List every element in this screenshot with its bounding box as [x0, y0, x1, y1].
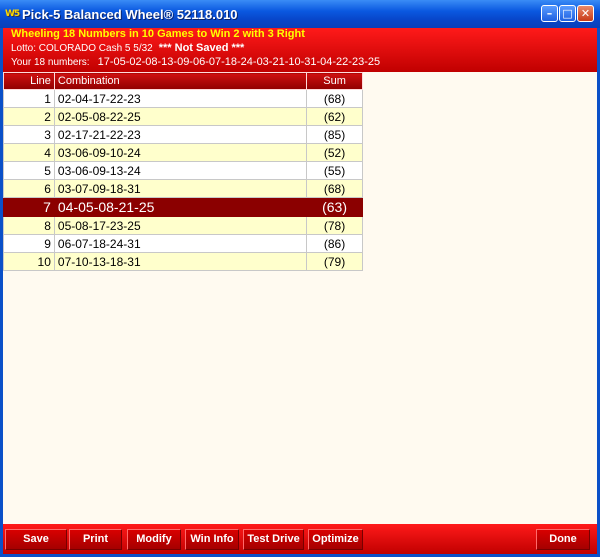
- cell-line: 2: [3, 107, 55, 126]
- cell-combination: 02-05-08-22-25: [53, 107, 308, 126]
- app-logo-icon: W5: [5, 9, 20, 19]
- cell-line: 8: [3, 216, 55, 235]
- cell-combination: 03-06-09-13-24: [53, 161, 308, 180]
- cell-combination: 04-05-08-21-25: [53, 197, 308, 217]
- cell-combination: 02-04-17-22-23: [53, 89, 308, 108]
- wheel-info-header: Wheeling 18 Numbers in 10 Games to Win 2…: [3, 28, 597, 72]
- cell-sum: (79): [306, 252, 363, 271]
- cell-combination: 03-07-09-18-31: [53, 179, 308, 198]
- cell-sum: (55): [306, 161, 363, 180]
- maximize-button[interactable]: □: [559, 5, 576, 22]
- lotto-name: Lotto: COLORADO Cash 5 5/32: [11, 43, 153, 54]
- close-button[interactable]: ✕: [577, 5, 594, 22]
- save-button[interactable]: Save: [5, 529, 67, 550]
- cell-combination: 05-08-17-23-25: [53, 216, 308, 235]
- cell-combination: 02-17-21-22-23: [53, 125, 308, 144]
- done-button[interactable]: Done: [536, 529, 590, 550]
- table-row[interactable]: 8 05-08-17-23-25 (78): [3, 216, 363, 235]
- cell-line: 3: [3, 125, 55, 144]
- cell-sum: (52): [306, 143, 363, 162]
- cell-sum: (63): [306, 197, 363, 217]
- lotto-line: Lotto: COLORADO Cash 5 5/32 *** Not Saved…: [11, 42, 244, 54]
- window-title: Pick-5 Balanced Wheel® 52118.010: [22, 7, 238, 22]
- table-row[interactable]: 4 03-06-09-10-24 (52): [3, 143, 363, 162]
- table-row[interactable]: 6 03-07-09-18-31 (68): [3, 179, 363, 198]
- client-area: Wheeling 18 Numbers in 10 Games to Win 2…: [3, 28, 597, 554]
- numbers-list: 17-05-02-08-13-09-06-07-18-24-03-21-10-3…: [97, 56, 381, 68]
- cell-line: 10: [3, 252, 55, 271]
- table-row[interactable]: 10 07-10-13-18-31 (79): [3, 252, 363, 271]
- minimize-button[interactable]: –: [541, 5, 558, 22]
- print-button[interactable]: Print: [69, 529, 122, 550]
- column-header-line[interactable]: Line: [3, 72, 55, 90]
- table-row[interactable]: 2 02-05-08-22-25 (62): [3, 107, 363, 126]
- table-row[interactable]: 1 02-04-17-22-23 (68): [3, 89, 363, 108]
- cell-combination: 06-07-18-24-31: [53, 234, 308, 253]
- test-drive-button[interactable]: Test Drive: [243, 529, 304, 550]
- column-header-combination[interactable]: Combination: [53, 72, 308, 90]
- optimize-button[interactable]: Optimize: [308, 529, 363, 550]
- cell-line: 7: [3, 197, 55, 217]
- combinations-table: Line Combination Sum 1 02-04-17-22-23 (68)…: [3, 72, 363, 271]
- cell-line: 1: [3, 89, 55, 108]
- cell-sum: (68): [306, 89, 363, 108]
- win-info-button[interactable]: Win Info: [185, 529, 239, 550]
- save-status: *** Not Saved ***: [158, 42, 245, 54]
- action-toolbar: Save Print Modify Win Info Test Drive Op…: [3, 524, 597, 554]
- table-row[interactable]: 9 06-07-18-24-31 (86): [3, 234, 363, 253]
- cell-sum: (78): [306, 216, 363, 235]
- table-header-row: Line Combination Sum: [3, 72, 363, 90]
- cell-line: 9: [3, 234, 55, 253]
- numbers-label: Your 18 numbers:: [11, 57, 90, 68]
- cell-sum: (85): [306, 125, 363, 144]
- table-row-selected[interactable]: 7 04-05-08-21-25 (63): [3, 197, 363, 217]
- cell-line: 4: [3, 143, 55, 162]
- table-row[interactable]: 3 02-17-21-22-23 (85): [3, 125, 363, 144]
- cell-combination: 07-10-13-18-31: [53, 252, 308, 271]
- cell-line: 5: [3, 161, 55, 180]
- app-window: W5 Pick-5 Balanced Wheel® 52118.010 – □ …: [0, 0, 600, 557]
- cell-combination: 03-06-09-10-24: [53, 143, 308, 162]
- cell-sum: (86): [306, 234, 363, 253]
- cell-sum: (62): [306, 107, 363, 126]
- table-row[interactable]: 5 03-06-09-13-24 (55): [3, 161, 363, 180]
- cell-line: 6: [3, 179, 55, 198]
- modify-button[interactable]: Modify: [127, 529, 181, 550]
- cell-sum: (68): [306, 179, 363, 198]
- wheel-summary: Wheeling 18 Numbers in 10 Games to Win 2…: [11, 28, 305, 40]
- title-bar[interactable]: W5 Pick-5 Balanced Wheel® 52118.010 – □ …: [0, 0, 600, 28]
- numbers-line: Your 18 numbers: 17-05-02-08-13-09-06-07-…: [11, 56, 380, 68]
- column-header-sum[interactable]: Sum: [306, 72, 363, 90]
